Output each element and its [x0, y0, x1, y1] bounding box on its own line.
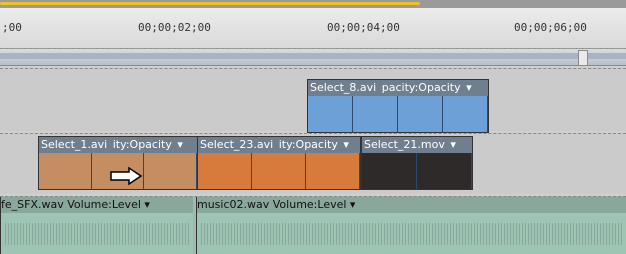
thumbnail	[417, 153, 472, 189]
zoom-scrollbar-thumb[interactable]	[0, 53, 626, 59]
clip-header[interactable]: music02.wav Volume:Level ▾	[197, 197, 626, 213]
audio-waveform	[5, 223, 189, 245]
clip-header[interactable]: Select_1.avi ity:Opacity ▾	[39, 137, 197, 153]
timecode-label: ;00	[2, 21, 22, 34]
clip-name: Select_23.avi	[200, 138, 274, 151]
thumbnail	[39, 153, 92, 189]
thumbnail	[144, 153, 197, 189]
clip-header[interactable]: fe_SFX.wav Volume:Level ▾	[1, 197, 193, 213]
timeline-panel: ;00 00;00;02;00 00;00;04;00 00;00;06;00 …	[0, 0, 626, 254]
clip-header[interactable]: Select_23.avi ity:Opacity ▾	[198, 137, 360, 153]
audio-waveform	[201, 223, 623, 245]
clip-header[interactable]: Select_8.avi pacity:Opacity ▾	[308, 80, 488, 96]
video-clip[interactable]: Select_21.mov ▾	[361, 136, 473, 190]
clip-menu-icon[interactable]: ▾	[350, 198, 356, 211]
thumbnail	[362, 153, 417, 189]
clip-menu-icon[interactable]: ▾	[464, 81, 472, 94]
timecode-label: 00;00;06;00	[514, 21, 587, 34]
work-area-range[interactable]	[0, 2, 420, 5]
audio-clip[interactable]: music02.wav Volume:Level ▾	[196, 197, 626, 254]
thumbnail	[306, 153, 360, 189]
thumbnail	[353, 96, 398, 132]
thumbnail	[198, 153, 252, 189]
clip-name: Select_21.mov	[364, 138, 445, 151]
timecode-label: 00;00;04;00	[327, 21, 400, 34]
clip-effect: Volume:Level	[67, 198, 141, 211]
clip-thumbnails	[308, 96, 488, 132]
clip-effect: Volume:Level	[272, 198, 347, 211]
thumbnail	[308, 96, 353, 132]
zoom-scrollbar[interactable]	[0, 49, 626, 66]
clip-effect: ity:Opacity	[278, 138, 338, 151]
transition-arrow-icon	[110, 167, 143, 185]
clip-menu-icon[interactable]: ▾	[144, 198, 150, 211]
audio-track[interactable]: fe_SFX.wav Volume:Level ▾ music02.wav Vo…	[0, 196, 626, 254]
clip-effect: pacity:Opacity	[381, 81, 461, 94]
time-ruler[interactable]: ;00 00;00;02;00 00;00;04;00 00;00;06;00	[0, 8, 626, 56]
video-track-2[interactable]: Select_1.avi ity:Opacity ▾ Select_23.avi…	[0, 133, 626, 194]
clip-name: Select_1.avi	[41, 138, 108, 151]
clip-header[interactable]: Select_21.mov ▾	[362, 137, 472, 153]
clip-name: Select_8.avi	[310, 81, 377, 94]
video-track-3[interactable]: Select_8.avi pacity:Opacity ▾	[0, 68, 626, 133]
clip-thumbnails	[198, 153, 360, 189]
clip-menu-icon[interactable]: ▾	[175, 138, 183, 151]
audio-clip[interactable]: fe_SFX.wav Volume:Level ▾	[0, 197, 193, 254]
zoom-scrollbar-handle[interactable]	[578, 50, 588, 66]
clip-thumbnails	[362, 153, 472, 189]
video-clip[interactable]: Select_1.avi ity:Opacity ▾	[38, 136, 198, 190]
clip-menu-icon[interactable]: ▾	[448, 138, 456, 151]
clip-menu-icon[interactable]: ▾	[341, 138, 349, 151]
video-clip[interactable]: Select_8.avi pacity:Opacity ▾	[307, 79, 489, 133]
timecode-label: 00;00;02;00	[138, 21, 211, 34]
clip-name: fe_SFX.wav	[1, 198, 64, 211]
thumbnail	[443, 96, 488, 132]
clip-name: music02.wav	[197, 198, 270, 211]
clip-effect: ity:Opacity	[112, 138, 172, 151]
thumbnail	[398, 96, 443, 132]
thumbnail	[252, 153, 306, 189]
video-clip[interactable]: Select_23.avi ity:Opacity ▾	[197, 136, 361, 190]
